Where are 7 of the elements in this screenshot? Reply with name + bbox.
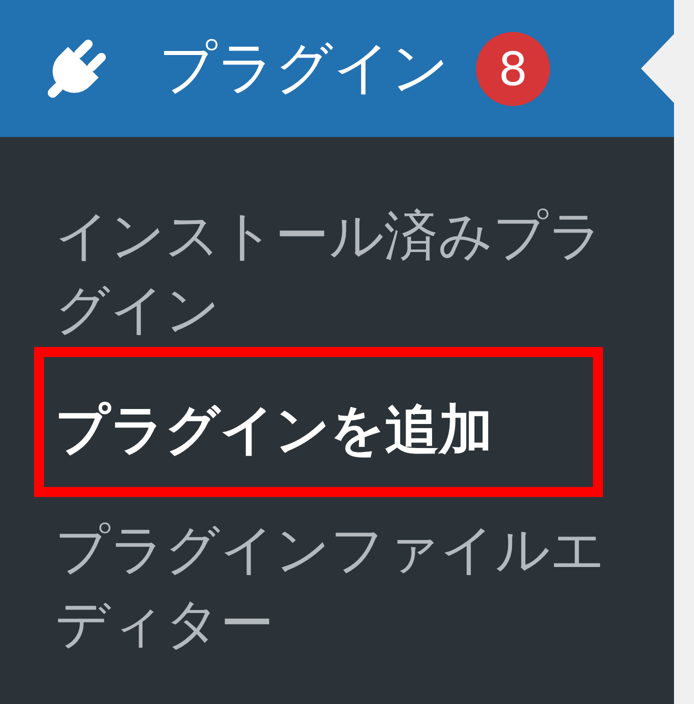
- menu-header[interactable]: プラグイン 8: [0, 0, 674, 137]
- update-count-badge: 8: [476, 32, 550, 106]
- triangle-pointer-icon: [641, 34, 674, 103]
- menu-title: プラグイン: [159, 40, 449, 97]
- submenu-link[interactable]: プラグインファイルエディター: [0, 490, 674, 684]
- submenu-link[interactable]: プラグインを追加: [0, 370, 674, 490]
- submenu-link[interactable]: インストール済みプラグイン: [0, 176, 674, 370]
